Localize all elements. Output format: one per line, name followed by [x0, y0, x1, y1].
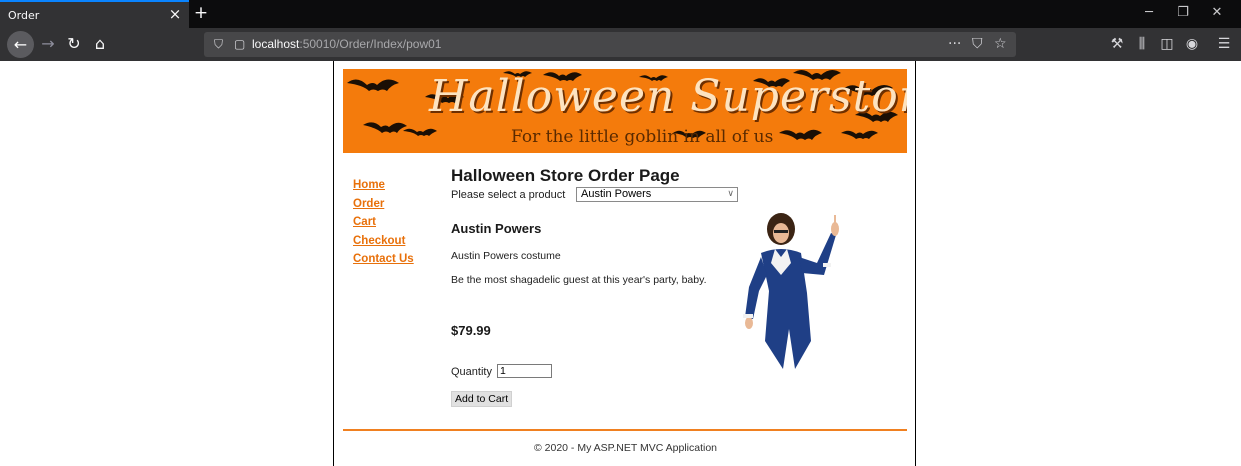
order-form: Halloween Store Order Page Please select… [451, 166, 901, 407]
url-text[interactable]: localhost:50010/Order/Index/pow01 [252, 37, 441, 51]
banner-title: Halloween Superstore [429, 71, 907, 122]
side-navigation: Home Order Cart Checkout Contact Us [353, 176, 433, 269]
restore-icon[interactable]: ❐ [1172, 4, 1194, 22]
product-select-label: Please select a product [451, 189, 566, 201]
nav-link-cart[interactable]: Cart [353, 213, 433, 232]
quantity-input[interactable]: 1 [497, 364, 552, 378]
back-icon[interactable]: ← [7, 31, 34, 58]
library-icon[interactable]: ⫼ [1131, 33, 1153, 55]
page-title: Halloween Store Order Page [451, 166, 680, 185]
footer-divider [343, 429, 907, 431]
page-container: Halloween Superstore For the little gobl… [333, 61, 916, 466]
product-dropdown[interactable]: Austin Powers ∨ [576, 187, 738, 202]
forward-icon[interactable]: → [36, 33, 60, 55]
product-long-description: Be the most shagadelic guest at this yea… [451, 274, 707, 286]
bookmark-star-icon[interactable]: ☆ [994, 35, 1007, 54]
product-dropdown-value: Austin Powers [581, 188, 652, 200]
tab-close-icon[interactable]: × [166, 5, 184, 23]
wrench-icon[interactable]: ⚒ [1106, 33, 1128, 55]
tab-order[interactable]: Order × [0, 0, 189, 28]
pocket-icon[interactable]: ⛉ [972, 35, 983, 54]
site-banner: Halloween Superstore For the little gobl… [343, 69, 907, 153]
close-icon[interactable]: ✕ [1206, 4, 1228, 22]
nav-link-home[interactable]: Home [353, 176, 433, 195]
page-icon[interactable]: ▢ [234, 36, 245, 53]
url-bar[interactable]: ⛉ ▢ localhost:50010/Order/Index/pow01 ··… [204, 32, 1016, 57]
product-price: $79.99 [451, 323, 491, 338]
nav-link-checkout[interactable]: Checkout [353, 232, 433, 251]
reload-icon[interactable]: ↻ [62, 33, 86, 55]
nav-link-contact-us[interactable]: Contact Us [353, 250, 433, 269]
sidebar-icon[interactable]: ◫ [1156, 33, 1178, 55]
account-icon[interactable]: ◉ [1181, 33, 1203, 55]
url-host: localhost [252, 37, 300, 51]
tab-strip: Order × + ─ ❐ ✕ [0, 0, 1241, 28]
quantity-label: Quantity [451, 366, 492, 378]
navigation-toolbar: ← → ↻ ⌂ ⛉ ▢ localhost:50010/Order/Index/… [0, 28, 1241, 61]
add-to-cart-button[interactable]: Add to Cart [451, 391, 513, 407]
new-tab-icon[interactable]: + [192, 3, 210, 23]
nav-link-order[interactable]: Order [353, 195, 433, 214]
product-image [743, 213, 839, 369]
tab-title: Order [8, 9, 40, 22]
page-actions-icon[interactable]: ··· [948, 35, 961, 54]
url-path: :50010/Order/Index/pow01 [299, 37, 442, 51]
product-name: Austin Powers [451, 221, 542, 236]
quantity-row: Quantity 1 [451, 364, 552, 378]
banner-subtitle: For the little goblin in all of us [511, 127, 774, 147]
tracking-shield-icon[interactable]: ⛉ [214, 36, 223, 53]
minimize-icon[interactable]: ─ [1138, 4, 1160, 22]
product-short-description: Austin Powers costume [451, 250, 561, 262]
chevron-down-icon: ∨ [727, 189, 734, 199]
footer-copyright: © 2020 - My ASP.NET MVC Application [533, 442, 718, 454]
home-icon[interactable]: ⌂ [88, 33, 112, 55]
menu-icon[interactable]: ☰ [1213, 33, 1235, 55]
product-select-row: Please select a product Austin Powers ∨ [451, 187, 738, 202]
